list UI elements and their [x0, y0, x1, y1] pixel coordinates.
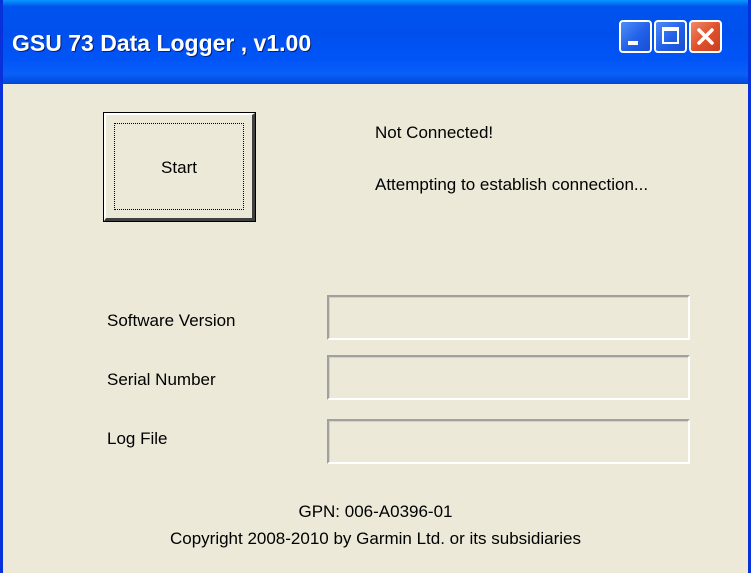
connection-status: Not Connected!	[375, 123, 494, 142]
minimize-icon	[628, 41, 638, 45]
software-version-label: Software Version	[107, 311, 236, 330]
maximize-icon	[662, 27, 679, 44]
serial-number-field	[327, 355, 690, 400]
minimize-button[interactable]	[619, 20, 652, 53]
app-window: GSU 73 Data Logger , v1.00 Start Not Con…	[0, 0, 751, 573]
software-version-field	[327, 295, 690, 340]
window-title: GSU 73 Data Logger , v1.00	[12, 30, 312, 56]
maximize-button[interactable]	[654, 20, 687, 53]
copyright-text: Copyright 2008-2010 by Garmin Ltd. or it…	[169, 529, 582, 548]
start-button[interactable]: Start	[103, 112, 256, 222]
log-file-label: Log File	[107, 429, 168, 448]
close-button[interactable]	[689, 20, 722, 53]
title-bar[interactable]: GSU 73 Data Logger , v1.00	[3, 0, 748, 84]
start-button-label: Start	[161, 158, 197, 177]
connection-message: Attempting to establish connection...	[375, 175, 649, 194]
log-file-field	[327, 419, 690, 464]
gpn-text: GPN: 006-A0396-01	[298, 502, 453, 521]
serial-number-label: Serial Number	[107, 370, 216, 389]
close-icon	[697, 28, 714, 45]
